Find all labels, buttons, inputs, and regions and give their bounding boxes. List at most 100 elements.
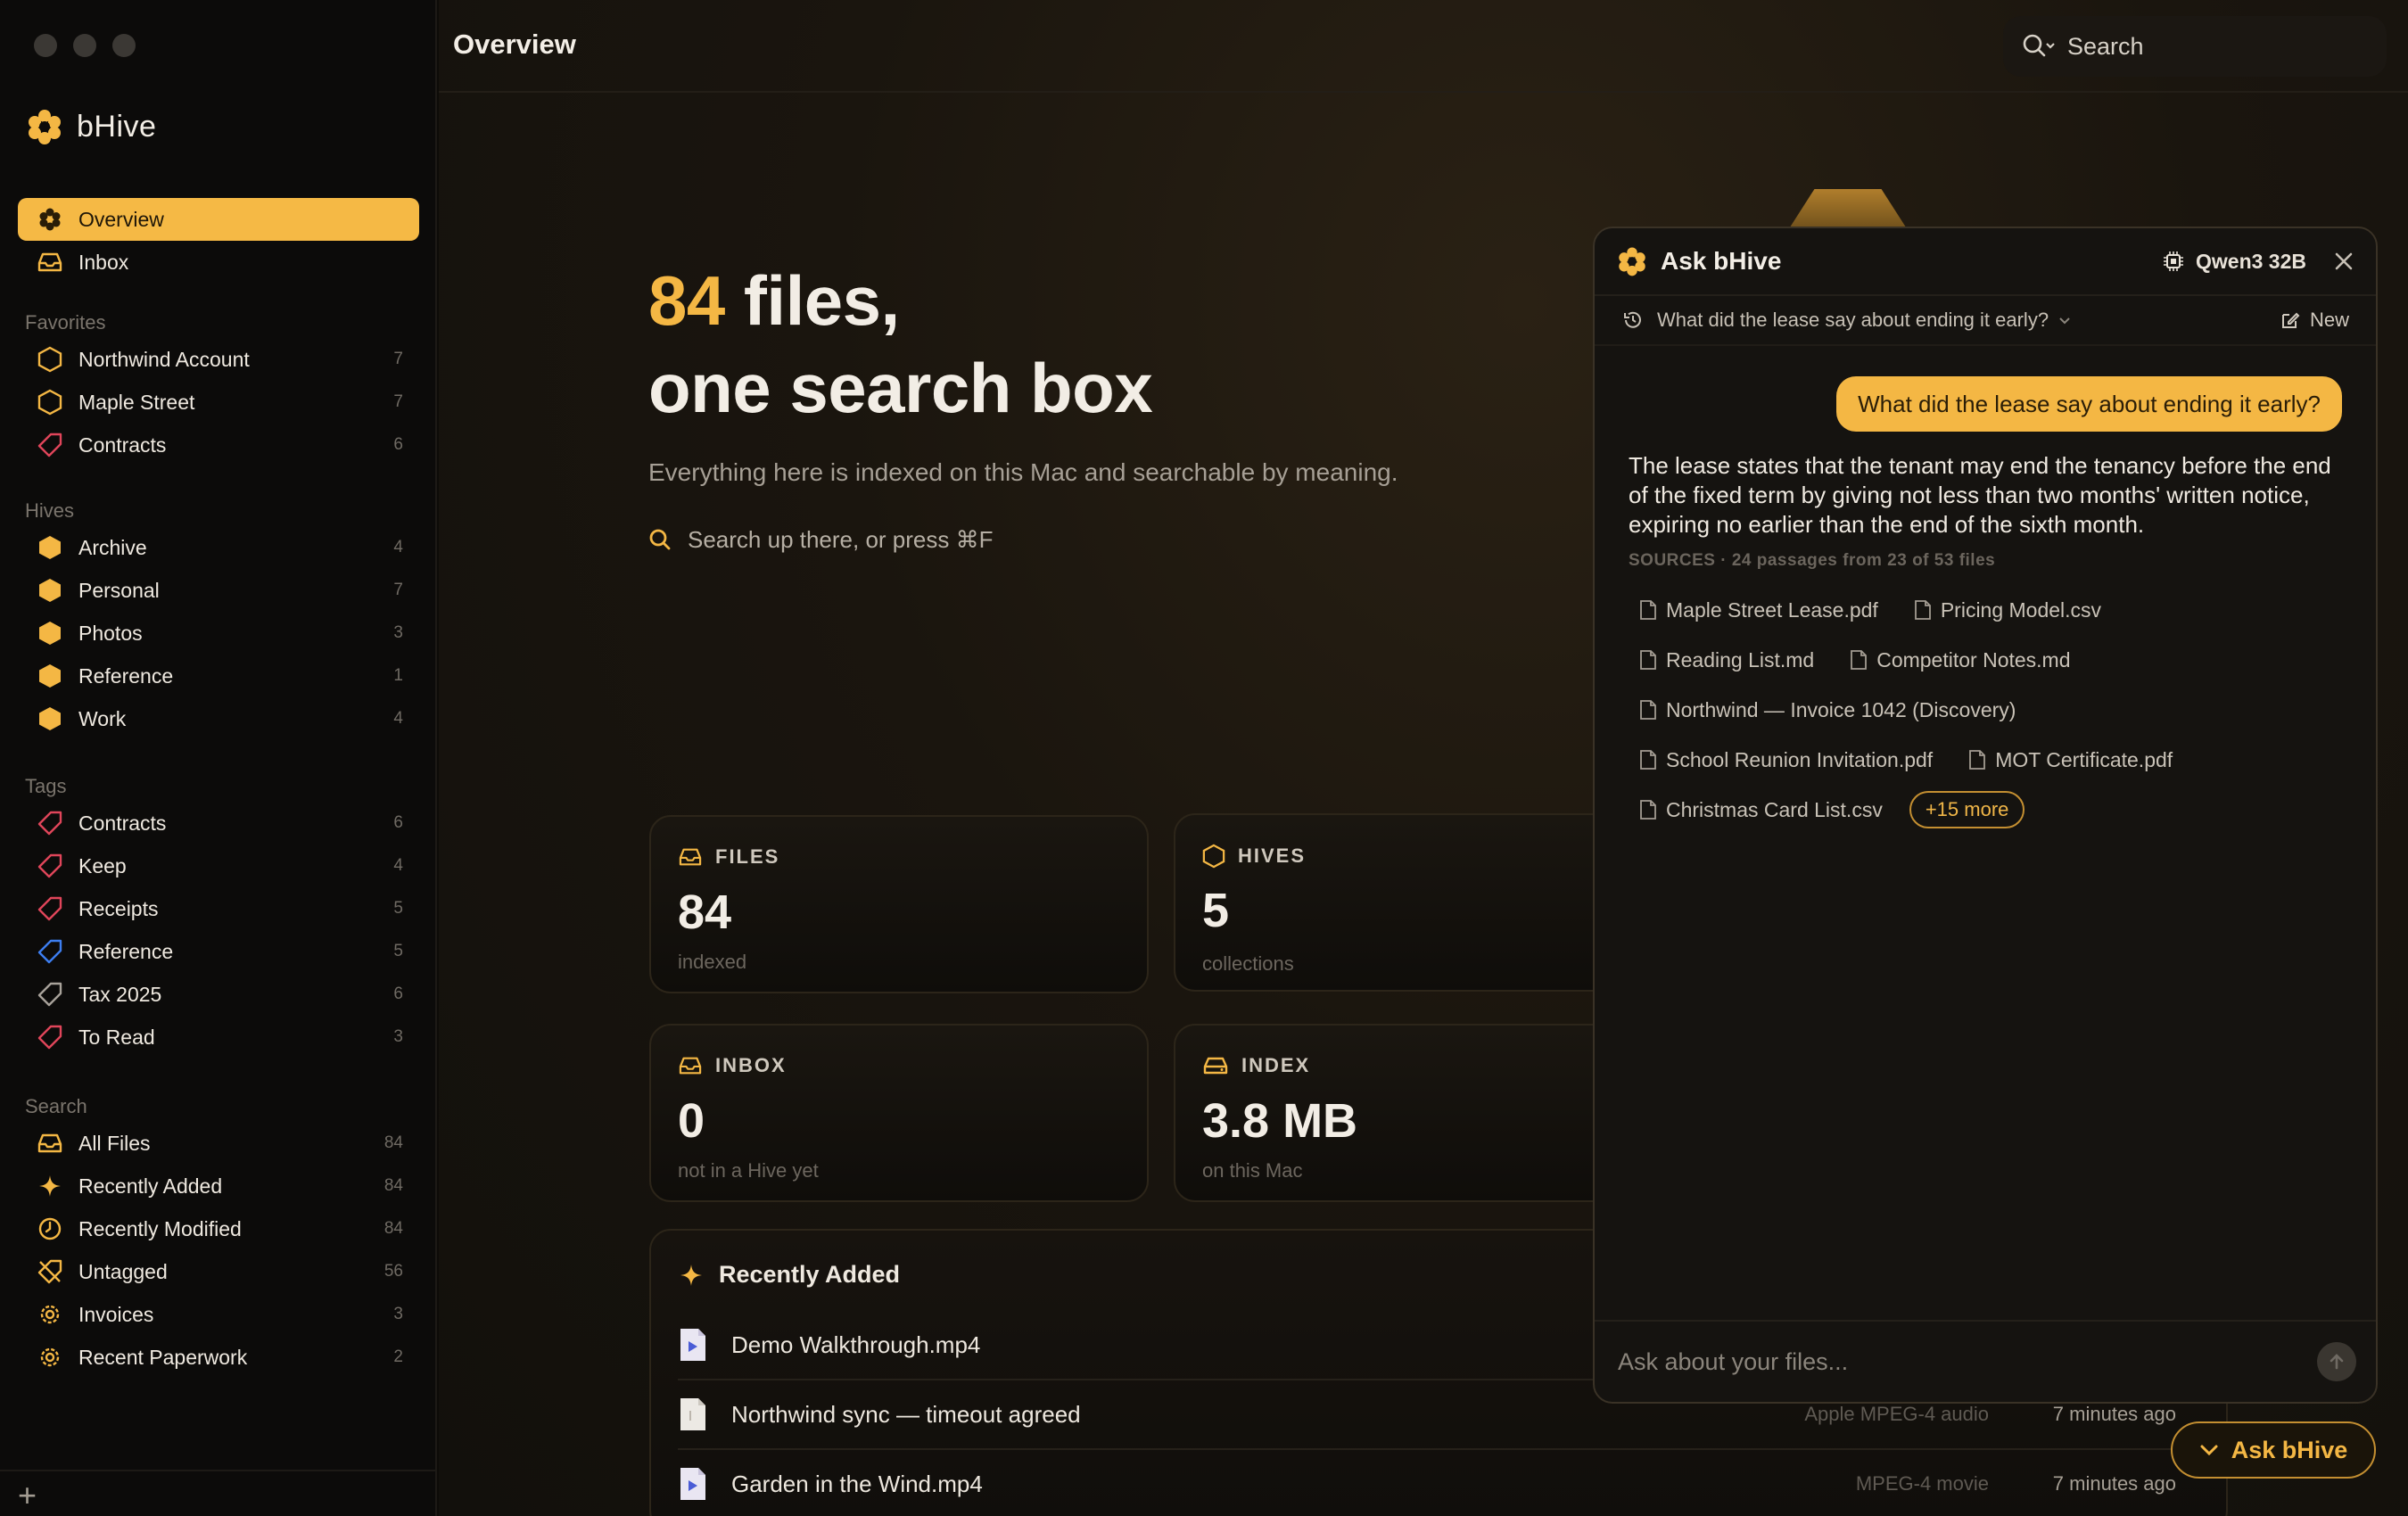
stat-card-files[interactable]: FILES 84 indexed bbox=[649, 815, 1149, 993]
hexagon-outline-icon bbox=[36, 388, 64, 416]
source-file[interactable]: Christmas Card List.csv bbox=[1639, 798, 1883, 822]
hexagon-filled-icon bbox=[36, 662, 64, 690]
window-controls bbox=[34, 34, 136, 57]
stat-head: FILES bbox=[678, 845, 779, 869]
assistant-answer: The lease states that the tenant may end… bbox=[1629, 452, 2331, 538]
sources-row: Christmas Card List.csv +15 more bbox=[1639, 785, 2353, 835]
source-file[interactable]: Reading List.md bbox=[1639, 648, 1814, 672]
add-button[interactable]: + bbox=[18, 1477, 37, 1514]
conversation-bar: What did the lease say about ending it e… bbox=[1595, 296, 2376, 346]
sidebar-item-tag-contracts[interactable]: Contracts 6 bbox=[18, 802, 419, 845]
hives-header: Hives bbox=[25, 499, 75, 522]
source-file[interactable]: MOT Certificate.pdf bbox=[1968, 748, 2173, 772]
sidebar-item-tag-reference[interactable]: Reference 5 bbox=[18, 930, 419, 973]
hero-subtitle: Everything here is indexed on this Mac a… bbox=[648, 458, 1398, 486]
sidebar-item-count: 56 bbox=[383, 1262, 403, 1281]
sidebar-item-tag-receipts[interactable]: Receipts 5 bbox=[18, 887, 419, 930]
stat-card-inbox[interactable]: INBOX 0 not in a Hive yet bbox=[649, 1024, 1149, 1202]
sidebar-item-untagged[interactable]: Untagged 56 bbox=[18, 1250, 419, 1293]
sidebar-item-label: Maple Street bbox=[78, 390, 195, 414]
sidebar-item-label: Keep bbox=[78, 853, 127, 877]
close-icon[interactable] bbox=[2333, 251, 2354, 272]
stat-card-hives[interactable]: HIVES 5 collections bbox=[1174, 813, 1620, 992]
sidebar-item-count: 6 bbox=[393, 435, 403, 454]
sidebar-item-recently-modified[interactable]: Recently Modified 84 bbox=[18, 1207, 419, 1250]
document-icon bbox=[1914, 600, 1931, 620]
sidebar-item-maple-street[interactable]: Maple Street 7 bbox=[18, 381, 419, 424]
source-file[interactable]: Pricing Model.csv bbox=[1914, 598, 2101, 622]
sidebar-item-count: 3 bbox=[393, 623, 403, 642]
sidebar-footer: + bbox=[0, 1470, 437, 1516]
sidebar-item-recent-paperwork[interactable]: Recent Paperwork 2 bbox=[18, 1336, 419, 1379]
minimize-window-button[interactable] bbox=[73, 34, 96, 57]
tag-icon bbox=[36, 980, 64, 1009]
hexagon-filled-icon bbox=[36, 619, 64, 647]
model-selector[interactable]: Qwen3 32B bbox=[2162, 250, 2306, 274]
hive-logo-icon bbox=[1619, 247, 1645, 276]
sidebar-item-label: Recently Modified bbox=[78, 1216, 242, 1240]
sidebar-item-count: 6 bbox=[393, 985, 403, 1003]
source-file-name: Pricing Model.csv bbox=[1940, 597, 2102, 622]
sidebar-item-label: Contracts bbox=[78, 433, 167, 457]
sidebar-item-recently-added[interactable]: Recently Added 84 bbox=[18, 1165, 419, 1207]
new-conversation-button[interactable]: New bbox=[2280, 309, 2349, 332]
stat-label: HIVES bbox=[1238, 845, 1307, 867]
sidebar-item-count: 5 bbox=[393, 899, 403, 918]
sidebar-item-northwind-account[interactable]: Northwind Account 7 bbox=[18, 338, 419, 381]
sidebar-item-tag-to-read[interactable]: To Read 3 bbox=[18, 1016, 419, 1059]
send-button[interactable] bbox=[2317, 1342, 2356, 1381]
sidebar-item-all-files[interactable]: All Files 84 bbox=[18, 1122, 419, 1165]
hives-section: Hives Archive 4 Personal 7 Photos 3 Refe… bbox=[18, 496, 419, 740]
file-kind: MPEG-4 movie bbox=[1855, 1472, 1989, 1495]
brand: bHive bbox=[25, 107, 156, 146]
tag-icon bbox=[36, 809, 64, 837]
sidebar-item-reference-hive[interactable]: Reference 1 bbox=[18, 655, 419, 697]
sidebar-item-overview[interactable]: Overview bbox=[18, 198, 419, 241]
app-name: bHive bbox=[77, 109, 157, 144]
sidebar-item-contracts-favorite[interactable]: Contracts 6 bbox=[18, 424, 419, 466]
hexagon-outline-icon bbox=[1202, 844, 1225, 869]
page-title: Overview bbox=[453, 29, 576, 60]
sidebar-item-work[interactable]: Work 4 bbox=[18, 697, 419, 740]
ask-bhive-toggle-button[interactable]: Ask bHive bbox=[2171, 1421, 2376, 1479]
sidebar-item-label: Recent Paperwork bbox=[78, 1345, 248, 1369]
table-row[interactable]: Garden in the Wind.mp4 MPEG-4 movie 7 mi… bbox=[678, 1450, 2176, 1516]
inbox-icon bbox=[679, 1057, 702, 1075]
sidebar-item-count: 7 bbox=[393, 350, 403, 368]
saved-searches-section: Search All Files 84 Recently Added 84 Re… bbox=[18, 1092, 419, 1379]
tag-icon bbox=[36, 894, 64, 923]
hero-file-count: 84 bbox=[648, 261, 725, 340]
sidebar-item-inbox[interactable]: Inbox bbox=[18, 241, 419, 284]
sidebar-item-label: Work bbox=[78, 706, 127, 730]
stat-label: INBOX bbox=[715, 1054, 787, 1076]
hexagon-filled-icon bbox=[36, 704, 64, 733]
zoom-window-button[interactable] bbox=[112, 34, 136, 57]
more-sources-button[interactable]: +15 more bbox=[1909, 791, 2025, 828]
source-file-name: Competitor Notes.md bbox=[1876, 647, 2071, 671]
search-field[interactable]: Search bbox=[2003, 16, 2387, 77]
source-file[interactable]: School Reunion Invitation.pdf bbox=[1639, 748, 1933, 772]
sidebar-item-count: 1 bbox=[393, 666, 403, 685]
new-conversation-label: New bbox=[2309, 309, 2349, 331]
sidebar-item-tag-tax-2025[interactable]: Tax 2025 6 bbox=[18, 973, 419, 1016]
sidebar-item-photos[interactable]: Photos 3 bbox=[18, 612, 419, 655]
sources-row: Maple Street Lease.pdf Pricing Model.csv bbox=[1639, 585, 2353, 635]
conversation-history-dropdown[interactable]: What did the lease say about ending it e… bbox=[1657, 309, 2280, 332]
stat-card-index[interactable]: INDEX 3.8 MB on this Mac bbox=[1174, 1024, 1620, 1202]
sidebar-item-invoices[interactable]: Invoices 3 bbox=[18, 1293, 419, 1336]
close-window-button[interactable] bbox=[34, 34, 57, 57]
sidebar-item-tag-keep[interactable]: Keep 4 bbox=[18, 845, 419, 887]
sources-row: School Reunion Invitation.pdf MOT Certif… bbox=[1639, 735, 2353, 785]
document-icon bbox=[1640, 750, 1656, 770]
source-file[interactable]: Northwind — Invoice 1042 (Discovery) bbox=[1639, 698, 2016, 722]
stat-caption: not in a Hive yet bbox=[678, 1159, 819, 1182]
source-file[interactable]: Maple Street Lease.pdf bbox=[1639, 598, 1878, 622]
sidebar-item-label: All Files bbox=[78, 1131, 151, 1155]
sidebar-item-personal[interactable]: Personal 7 bbox=[18, 569, 419, 612]
inbox-icon bbox=[36, 248, 64, 276]
sources-row: Northwind — Invoice 1042 (Discovery) bbox=[1639, 685, 2353, 735]
source-file[interactable]: Competitor Notes.md bbox=[1850, 647, 2071, 672]
ask-input[interactable]: Ask about your files... bbox=[1618, 1348, 2317, 1376]
sidebar-item-label: Untagged bbox=[78, 1259, 168, 1283]
sidebar-item-archive[interactable]: Archive 4 bbox=[18, 526, 419, 569]
